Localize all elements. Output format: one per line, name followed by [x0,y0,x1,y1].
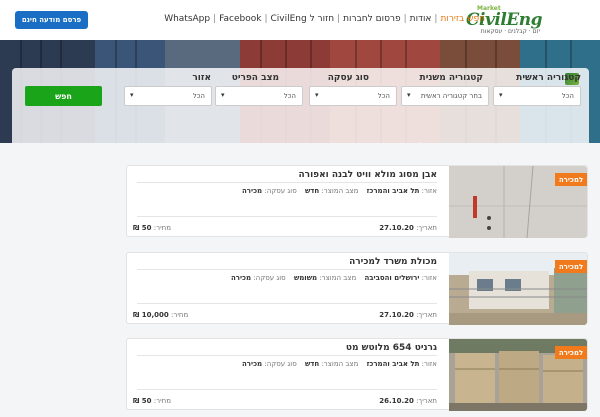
nav-back-civileng[interactable]: חזור ל CivilEng [271,14,335,24]
deal-type-label: סוג עסקה [327,73,369,83]
listing-deal-type: מכירה [230,274,252,282]
hero-pointer [414,142,428,143]
main-category-label: קטגוריה ראשית [516,73,581,83]
search-panel: קטגוריה ראשית הכל ▾ קטגוריה משנית בחר קט… [12,68,589,143]
listing-area: ירושלים והסביבה [364,274,420,282]
listing-meta: אזור: ירושלים והסביבה מצב המוצר: משומש ס… [230,274,437,282]
for-sale-badge: למכירה [555,346,587,359]
listing-meta: אזור: תל אביב והמרכז מצב המוצר: חדש סוג … [242,187,437,195]
sub-category-label: קטגוריה משנית [419,73,483,83]
listing-area: תל אביב והמרכז [366,360,420,368]
chevron-down-icon: ▾ [407,91,411,99]
listing-condition: משומש [293,274,318,282]
listing-meta: אזור: תל אביב והמרכז מצב המוצר: חדש סוג … [242,360,437,368]
divider [137,303,437,304]
divider [137,182,437,183]
chevron-down-icon: ▾ [315,91,319,99]
nav-separator: | [403,14,407,24]
listing-image[interactable]: למכירה [449,339,587,411]
item-condition-label: מצב הפריט [231,73,279,83]
listing-image[interactable]: למכירה [449,166,587,238]
main-nav: חפש בזירות | אודות | פרסום לחברות | חזור… [164,14,485,24]
for-sale-badge: למכירה [555,260,587,273]
main-category-select[interactable]: הכל ▾ [493,86,581,106]
listing-area: תל אביב והמרכז [366,187,420,195]
listing-price: מחיר: 10,000 ₪ [133,311,189,319]
area-label: אזור [192,73,211,83]
listing-card[interactable]: למכירה מכולת משרד למכירה אזור: ירושלים ו… [126,252,588,325]
listing-image[interactable]: למכירה [449,253,587,325]
divider [137,389,437,390]
nav-separator: | [264,14,268,24]
for-sale-badge: למכירה [555,173,587,186]
listing-date: תאריך: 27.10.20 [379,311,437,319]
listing-deal-type: מכירה [242,360,263,368]
listing-deal-type: מכירה [242,187,263,195]
sub-category-select[interactable]: בחר קטגוריה ראשית ▾ [401,86,489,106]
nav-search-markets[interactable]: חפש בזירות [440,14,485,24]
listing-title[interactable]: גרניט 654 מלוטש מט [346,343,437,353]
chevron-down-icon: ▾ [221,91,225,99]
logo-tagline: יזם · קבלנים · עסקאות [480,28,540,35]
nav-about[interactable]: אודות [410,14,432,24]
listing-price: מחיר: 50 ₪ [133,224,171,232]
item-condition-select[interactable]: הכל ▾ [215,86,303,106]
listing-date: תאריך: 27.10.20 [379,224,437,232]
listing-date: תאריך: 26.10.20 [379,397,437,405]
nav-facebook[interactable]: Facebook [219,14,261,24]
listing-title[interactable]: מכולת משרד למכירה [349,257,437,267]
hero-banner: קטגוריה ראשית הכל ▾ קטגוריה משנית בחר קט… [0,40,600,143]
listing-condition: חדש [304,360,320,368]
nav-separator: | [213,14,217,24]
chevron-down-icon: ▾ [499,91,503,99]
listing-price: מחיר: 50 ₪ [133,397,171,405]
listing-card[interactable]: למכירה אבן מסוג מולא וויט לבנה ואפורה אז… [126,165,588,238]
listing-condition: חדש [304,187,320,195]
listing-title[interactable]: אבן מסוג מולא וויט לבנה ואפורה [298,170,437,180]
nav-whatsapp[interactable]: WhatsApp [164,14,210,24]
nav-separator: | [434,14,438,24]
listing-card[interactable]: למכירה גרניט 654 מלוטש מט אזור: תל אביב … [126,338,588,411]
area-select[interactable]: הכל ▾ [124,86,212,106]
nav-company-ads[interactable]: פרסום לחברות [343,14,400,24]
nav-separator: | [337,14,341,24]
search-button[interactable]: חפש [25,86,102,106]
chevron-down-icon: ▾ [130,91,134,99]
divider [137,216,437,217]
divider [137,269,437,270]
post-free-ad-button[interactable]: פרסם מודעה חינם [15,11,88,29]
deal-type-select[interactable]: הכל ▾ [309,86,397,106]
site-header: Market CivilEng יזם · קבלנים · עסקאות חפ… [0,0,600,40]
divider [137,355,437,356]
